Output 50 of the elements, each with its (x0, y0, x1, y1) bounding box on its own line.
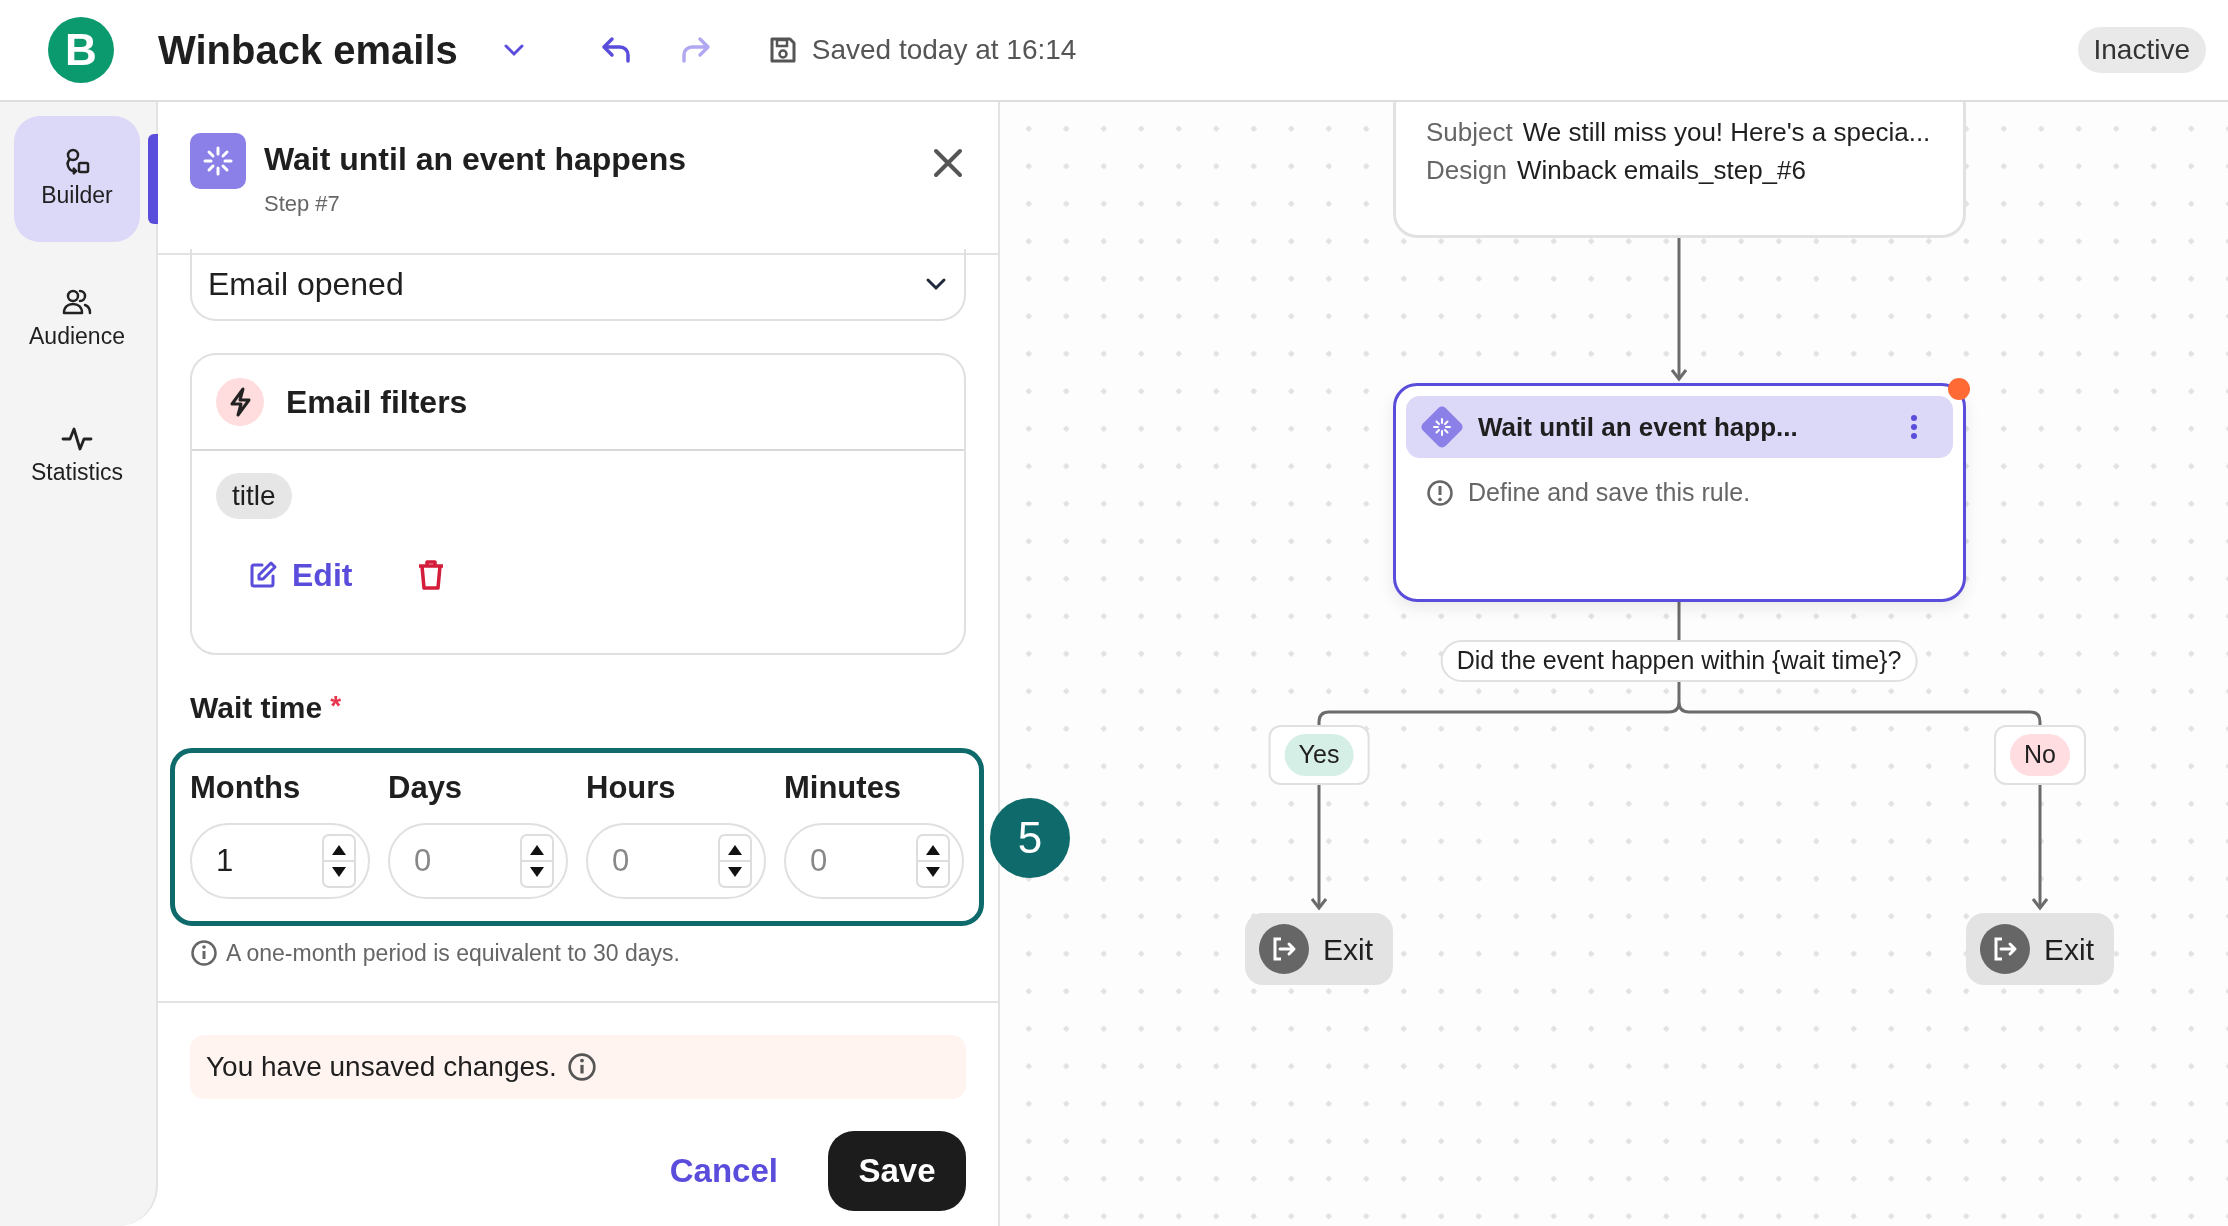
edit-icon (248, 560, 278, 590)
chevron-down-icon (924, 276, 948, 292)
field-label: Hours (586, 769, 677, 807)
logo-icon: B (48, 17, 114, 83)
event-select[interactable]: Email opened (190, 249, 966, 321)
stepper-icon[interactable] (916, 834, 950, 888)
filters-title: Email filters (286, 383, 468, 422)
save-button[interactable]: Save (828, 1130, 966, 1211)
field-name: Subject (1426, 116, 1513, 149)
field-label: Minutes (784, 769, 903, 807)
edit-button[interactable]: Edit (248, 551, 353, 599)
sidebar-item[interactable]: Builder (14, 116, 140, 242)
exit-icon (1259, 924, 1309, 974)
status-badge: Inactive (2077, 27, 2206, 73)
required-mark: * (330, 689, 342, 723)
lightning-icon (216, 378, 264, 426)
panel-title: Wait until an event happens (264, 140, 686, 179)
exit-node[interactable]: Exit (1245, 913, 1393, 985)
node-message: Define and save this rule. (1468, 477, 1751, 508)
sidebar-item[interactable]: Audience (14, 262, 140, 378)
cancel-button[interactable]: Cancel (669, 1145, 778, 1196)
spark-icon (190, 133, 246, 189)
condition-label: Did the event happen within {wait time}? (1440, 640, 1918, 682)
field-name: Design (1426, 154, 1507, 187)
sidebar-item[interactable]: Statistics (14, 398, 140, 514)
stepper-icon[interactable] (322, 834, 356, 888)
field-value: We still miss you! Here's a specia... (1522, 116, 1931, 149)
node-title: Wait until an event happ... (1478, 410, 1798, 444)
branch-pill: No (2010, 734, 2070, 776)
step-number: Step #7 (264, 190, 341, 218)
exit-node[interactable]: Exit (1966, 913, 2114, 985)
exit-icon (1980, 924, 2030, 974)
field-label: Days (388, 769, 464, 807)
unsaved-message: You have unsaved changes. (206, 1049, 557, 1084)
field-value: Winback emails_step_#6 (1516, 154, 1806, 187)
info-icon (190, 939, 218, 968)
save-status: Saved today at 16:14 (811, 33, 1077, 67)
branch-pill: Yes (1284, 734, 1354, 776)
filter-tag: title (216, 473, 292, 519)
wait-node[interactable]: Wait until an event happ... Define and save this rule. (1393, 383, 1966, 602)
info-icon (566, 1051, 597, 1082)
stepper-icon[interactable] (520, 834, 554, 888)
connector-line (1677, 602, 1681, 640)
field-label: Months (190, 769, 302, 807)
warning-icon (1426, 478, 1454, 507)
stepper-icon[interactable] (718, 834, 752, 888)
info-note: A one-month period is equivalent to 30 days. (226, 939, 680, 968)
wait-time-label: Wait time (190, 690, 323, 726)
more-icon[interactable] (1909, 414, 1919, 440)
campaign-title: Winback emails (158, 27, 458, 74)
